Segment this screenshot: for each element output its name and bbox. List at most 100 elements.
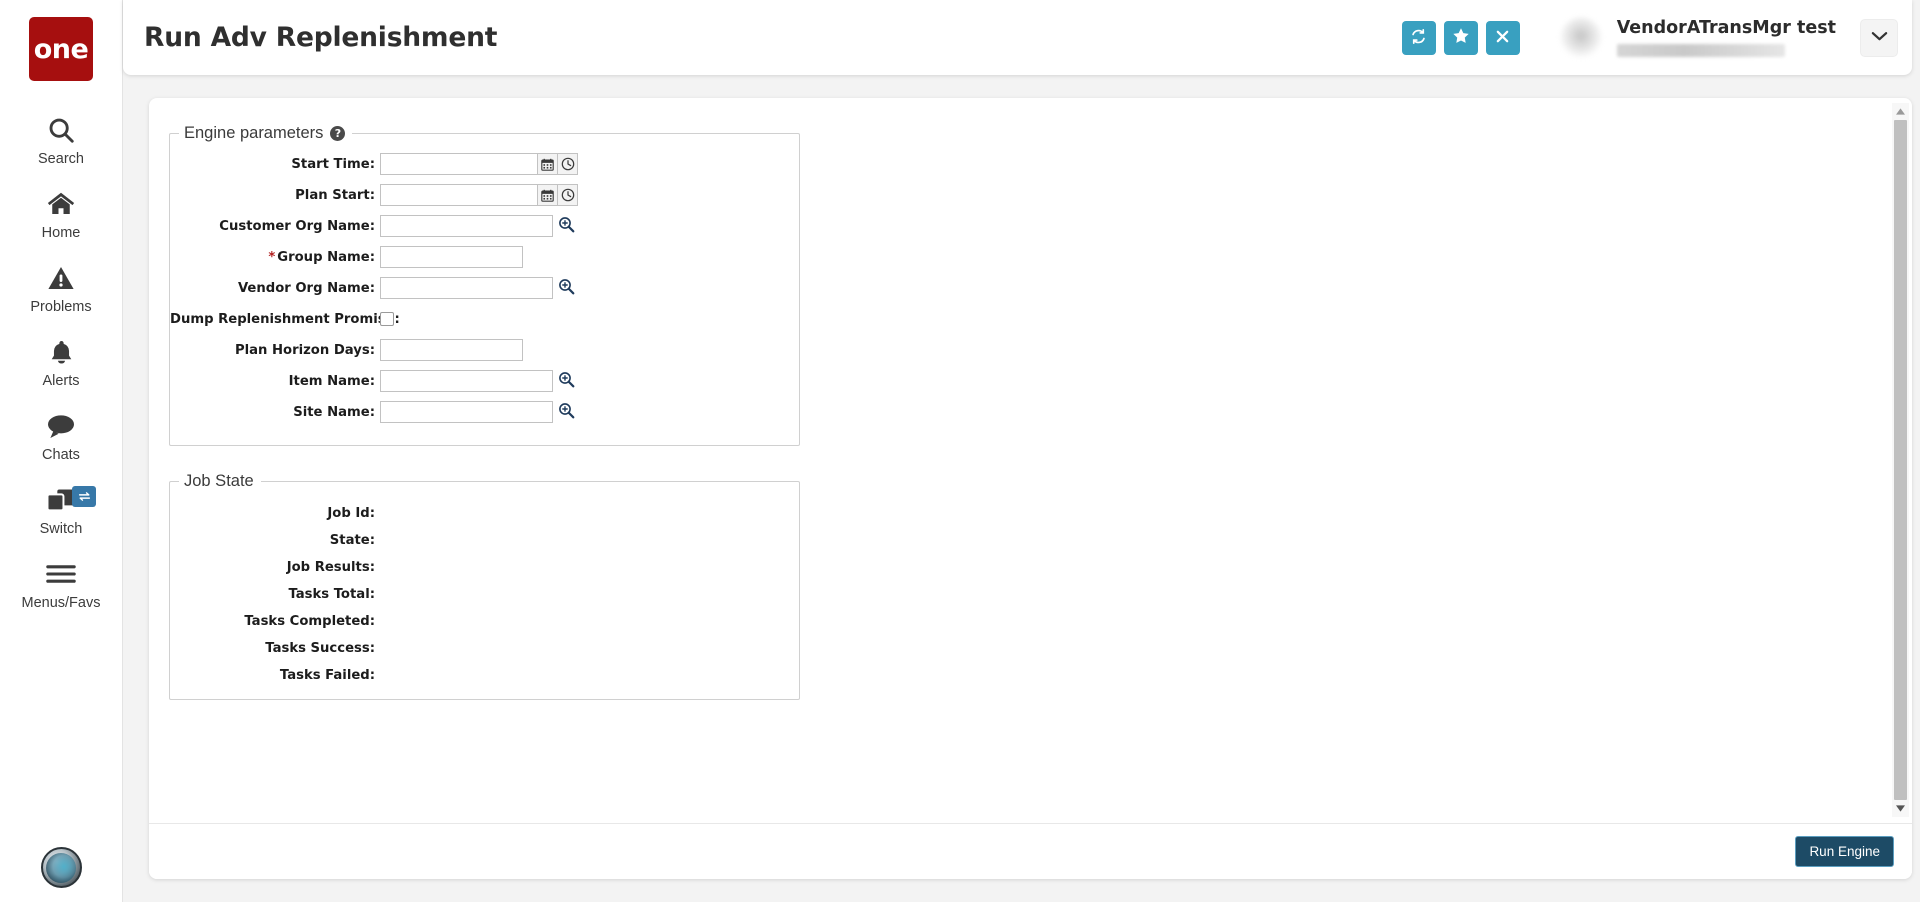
job-state-label-tasks-failed: Tasks Failed:	[279, 667, 375, 683]
engine-parameters-rows: Start Time: Plan Start: Customer Org Nam…	[170, 143, 799, 424]
magnifier-zoom-in-icon	[558, 278, 575, 298]
sidebar-item-problems[interactable]: Problems	[0, 251, 122, 325]
swap-arrows-icon[interactable]	[72, 486, 96, 507]
item-name-lookup-button[interactable]	[557, 372, 576, 391]
job-state-label-state: State:	[329, 532, 375, 548]
job-state-row-state: State:	[170, 532, 799, 548]
brand-logo[interactable]: one	[29, 17, 93, 81]
warning-triangle-icon	[46, 262, 76, 294]
vendor-org-name-input[interactable]	[380, 277, 553, 299]
field-label-group-name: * Group Name:	[170, 250, 380, 265]
brand-logo-text: one	[33, 33, 89, 65]
job-state-label-tasks-completed: Tasks Completed:	[244, 613, 375, 629]
field-label-plan-horizon-days: Plan Horizon Days:	[234, 342, 375, 358]
plan-horizon-days-input[interactable]	[380, 339, 523, 361]
magnifier-zoom-in-icon	[558, 216, 575, 236]
plan-start-input[interactable]	[380, 184, 538, 206]
group-name-input[interactable]	[380, 246, 523, 268]
field-row-start-time: Start Time:	[170, 152, 799, 176]
field-label-group-name-text: Group Name:	[277, 249, 375, 265]
sidebar-item-label-alerts: Alerts	[42, 373, 80, 389]
star-icon	[1452, 27, 1470, 48]
chat-bubble-icon	[45, 410, 77, 442]
engine-parameters-legend-text: Engine parameters	[184, 124, 324, 142]
favorite-button[interactable]	[1443, 20, 1478, 55]
job-state-legend: Job State	[179, 472, 261, 491]
clock-icon[interactable]	[558, 153, 578, 175]
sidebar-item-search[interactable]: Search	[0, 103, 122, 177]
content-scroll-area: Engine parameters ? Start Time: Plan Sta…	[149, 98, 1912, 823]
page-title: Run Adv Replenishment	[144, 22, 498, 53]
sidebar-item-menus-favs[interactable]: Menus/Favs	[0, 547, 122, 621]
customer-org-name-input[interactable]	[380, 215, 553, 237]
profile-globe-avatar[interactable]	[40, 847, 82, 888]
sidebar-item-label-problems: Problems	[30, 299, 92, 315]
field-row-vendor-org-name: Vendor Org Name:	[170, 276, 799, 300]
field-row-customer-org-name: Customer Org Name:	[170, 214, 799, 238]
calendar-icon[interactable]	[538, 184, 558, 206]
magnifier-zoom-in-icon	[558, 402, 575, 422]
field-row-dump-replenishment-promise: Dump Replenishment Promise:	[170, 307, 799, 331]
vendor-org-name-lookup-button[interactable]	[557, 279, 576, 298]
home-icon	[45, 188, 77, 220]
scroll-thumb[interactable]	[1894, 120, 1907, 800]
page-header: Run Adv Replenishment VendorATransMgr te…	[123, 0, 1912, 75]
main-region: Run Adv Replenishment VendorATransMgr te…	[123, 0, 1920, 902]
sidebar-item-label-home: Home	[41, 225, 81, 241]
user-menu[interactable]: VendorATransMgr test	[1559, 0, 1898, 75]
job-state-label-job-id: Job Id:	[327, 505, 375, 521]
start-time-input[interactable]	[380, 153, 538, 175]
scroll-up-arrow[interactable]	[1892, 103, 1909, 120]
job-state-row-tasks-total: Tasks Total:	[170, 586, 799, 602]
run-engine-button[interactable]: Run Engine	[1795, 836, 1894, 867]
start-time-pickers	[538, 153, 578, 175]
customer-org-name-lookup-button[interactable]	[557, 217, 576, 236]
site-name-input[interactable]	[380, 401, 553, 423]
header-right-group: VendorATransMgr test	[1401, 0, 1912, 75]
sidebar-item-label-menus-favs: Menus/Favs	[21, 595, 101, 611]
dump-replenishment-promise-checkbox[interactable]	[380, 312, 394, 326]
job-state-legend-text: Job State	[184, 472, 254, 490]
field-row-plan-start: Plan Start:	[170, 183, 799, 207]
field-label-plan-start: Plan Start:	[295, 187, 375, 203]
scroll-track[interactable]	[1892, 120, 1909, 800]
sidebar-item-alerts[interactable]: Alerts	[0, 325, 122, 399]
sidebar-item-switch[interactable]: Switch	[0, 473, 122, 547]
job-state-row-tasks-failed: Tasks Failed:	[170, 667, 799, 683]
job-state-label-job-results: Job Results:	[286, 559, 375, 575]
sidebar-item-label-chats: Chats	[42, 447, 80, 463]
left-sidebar: one Search Home Problems Alerts Chats Sw…	[0, 0, 123, 902]
sidebar-nav-list: Search Home Problems Alerts Chats Switch…	[0, 103, 122, 621]
job-state-fieldset: Job State Job Id: State: Job Results: Ta…	[169, 472, 800, 700]
sidebar-footer	[0, 847, 122, 888]
sidebar-item-home[interactable]: Home	[0, 177, 122, 251]
close-x-icon	[1495, 29, 1510, 47]
job-state-row-job-id: Job Id:	[170, 505, 799, 521]
refresh-arrows-icon	[1410, 28, 1427, 48]
content-panel: Engine parameters ? Start Time: Plan Sta…	[149, 98, 1912, 879]
search-icon	[46, 114, 76, 146]
bell-icon	[48, 336, 75, 368]
calendar-icon[interactable]	[538, 153, 558, 175]
magnifier-zoom-in-icon	[558, 371, 575, 391]
scroll-down-arrow[interactable]	[1892, 800, 1909, 817]
content-vertical-scrollbar[interactable]	[1892, 103, 1909, 817]
user-menu-toggle[interactable]	[1860, 18, 1898, 57]
question-mark-icon[interactable]: ?	[330, 126, 346, 141]
refresh-button[interactable]	[1401, 20, 1436, 55]
engine-parameters-fieldset: Engine parameters ? Start Time: Plan Sta…	[169, 124, 800, 446]
field-row-site-name: Site Name:	[170, 400, 799, 424]
field-label-start-time: Start Time:	[291, 156, 375, 172]
field-row-group-name: * Group Name:	[170, 245, 799, 269]
item-name-input[interactable]	[380, 370, 553, 392]
site-name-lookup-button[interactable]	[557, 403, 576, 422]
field-label-item-name: Item Name:	[288, 373, 375, 389]
field-label-dump-replenishment-promise: Dump Replenishment Promise:	[170, 311, 400, 327]
required-asterisk: *	[268, 249, 276, 265]
avatar	[1559, 16, 1602, 59]
user-name: VendorATransMgr test	[1616, 18, 1836, 38]
sidebar-item-chats[interactable]: Chats	[0, 399, 122, 473]
sidebar-item-label-search: Search	[38, 151, 84, 167]
clock-icon[interactable]	[558, 184, 578, 206]
close-button[interactable]	[1485, 20, 1520, 55]
